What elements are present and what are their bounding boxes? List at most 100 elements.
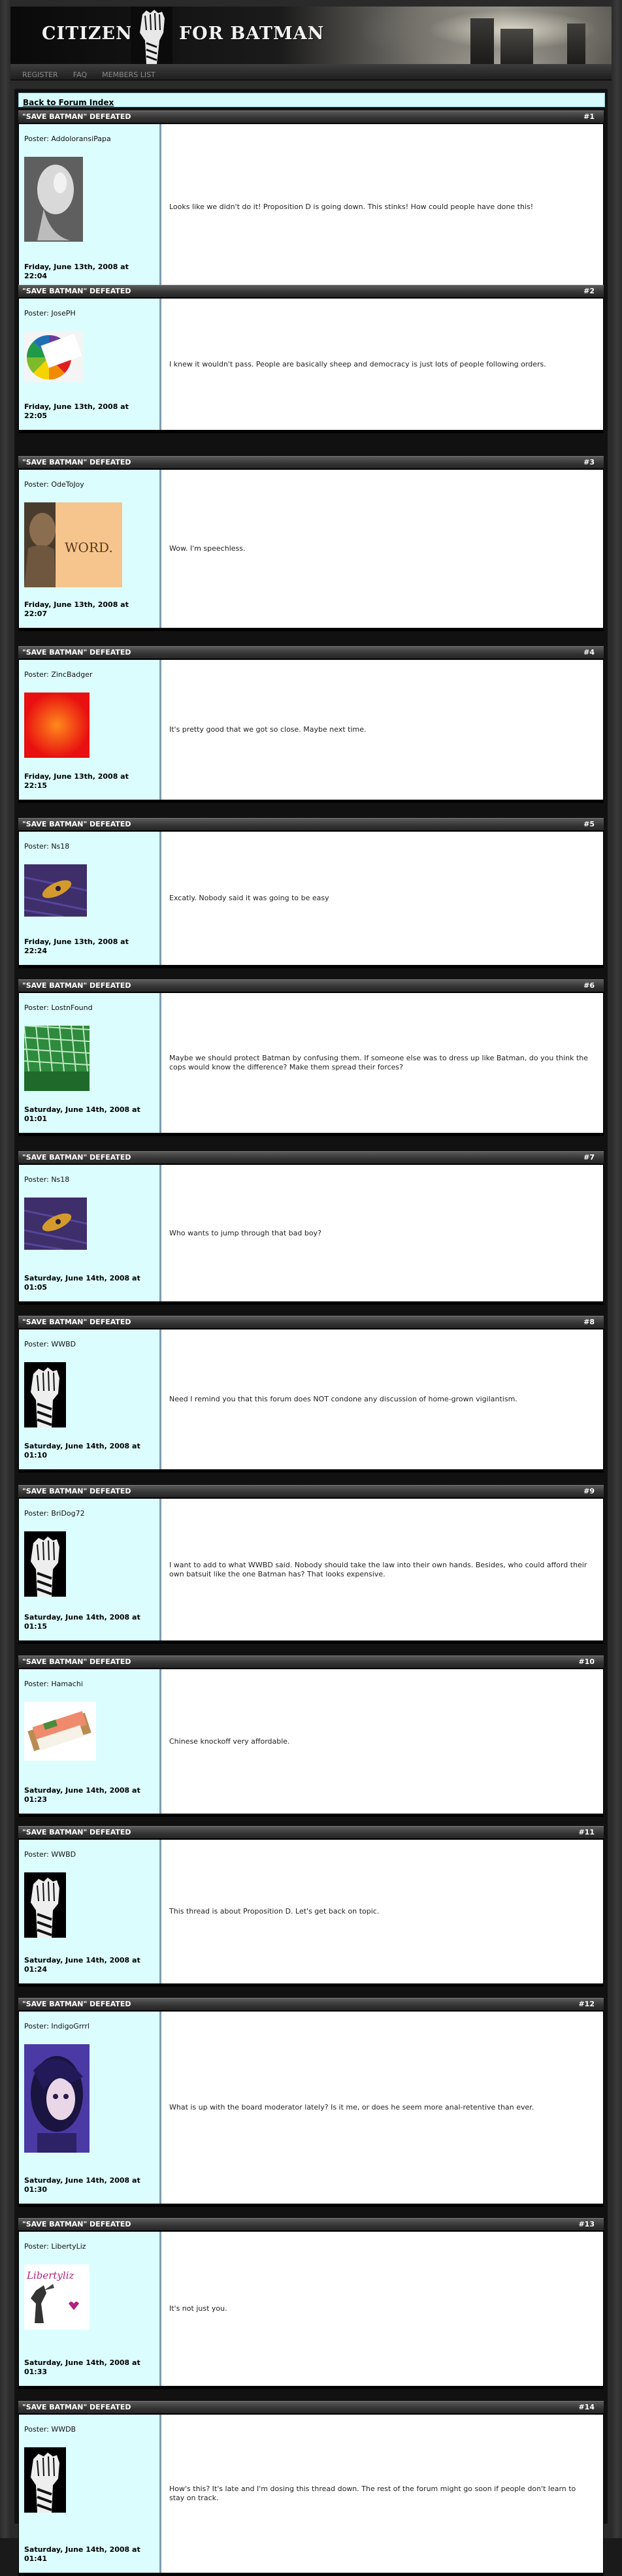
poster-line: Poster: IndigoGrrrl <box>24 2022 159 2030</box>
poster-name[interactable]: Ns18 <box>51 1175 69 1184</box>
post-sidebar: Poster: OdeToJoy WORD. Friday, June 13th… <box>19 470 161 628</box>
post-date: Saturday, June 14th, 2008 at 01:05 <box>24 1274 140 1292</box>
post-header: "SAVE BATMAN" DEFEATED #6 <box>18 979 604 992</box>
poster-name[interactable]: OdeToJoy <box>51 480 84 489</box>
post-header: "SAVE BATMAN" DEFEATED #2 <box>18 285 604 297</box>
post-date: Saturday, June 14th, 2008 at 01:23 <box>24 1786 140 1804</box>
post-date: Saturday, June 14th, 2008 at 01:41 <box>24 2545 140 2563</box>
post-header: "SAVE BATMAN" DEFEATED #13 <box>18 2218 604 2230</box>
post-main: Need I remind you that this forum does N… <box>161 1329 603 1469</box>
forum-post: "SAVE BATMAN" DEFEATED #13 Poster: Liber… <box>18 2218 604 2389</box>
post-number: #7 <box>583 1153 595 1162</box>
post-thread-title: "SAVE BATMAN" DEFEATED <box>22 1657 131 1666</box>
back-to-forum-link[interactable]: Back to Forum Index <box>23 98 114 107</box>
post-body: Poster: WWBD Saturday, June 14th, 2008 a… <box>18 1329 604 1470</box>
post-body: Poster: OdeToJoy WORD. Friday, June 13th… <box>18 469 604 628</box>
post-date: Saturday, June 14th, 2008 at 01:01 <box>24 1105 140 1123</box>
post-number: #3 <box>583 458 595 466</box>
back-bar: Back to Forum Index <box>18 93 605 107</box>
post-number: #2 <box>583 287 595 295</box>
avatar-image <box>24 2447 66 2513</box>
post-body: Poster: AddoloransiPapa Friday, June 13t… <box>18 123 604 291</box>
post-number: #11 <box>578 1828 595 1836</box>
post-main: This thread is about Proposition D. Let'… <box>161 1840 603 1983</box>
avatar <box>24 1531 83 1599</box>
post-text: This thread is about Proposition D. Let'… <box>169 1907 380 1916</box>
post-body: Poster: BriDog72 Saturday, June 14th, 20… <box>18 1498 604 1641</box>
post-thread-title: "SAVE BATMAN" DEFEATED <box>22 2220 131 2228</box>
site-banner: CITIZENS FOR BATMAN <box>10 7 612 64</box>
poster-name[interactable]: WWDB <box>51 2425 76 2434</box>
forum-post: "SAVE BATMAN" DEFEATED #8 Poster: WWBD S… <box>18 1316 604 1473</box>
forum-post: "SAVE BATMAN" DEFEATED #14 Poster: WWDB … <box>18 2401 604 2576</box>
avatar <box>24 1872 83 1940</box>
post-thread-title: "SAVE BATMAN" DEFEATED <box>22 820 131 828</box>
post-header: "SAVE BATMAN" DEFEATED #14 <box>18 2401 604 2413</box>
poster-name[interactable]: WWBD <box>51 1850 76 1859</box>
forum-content: Back to Forum Index "SAVE BATMAN" DEFEAT… <box>14 89 608 2576</box>
avatar-image <box>24 1872 66 1938</box>
poster-prefix: Poster: <box>24 2425 49 2434</box>
post-sidebar: Poster: LostnFound Saturday, June 14th, … <box>19 993 161 1133</box>
post-body: Poster: JosePH Friday, June 13th, 2008 a… <box>18 298 604 431</box>
post-body: Poster: ZincBadger Friday, June 13th, 20… <box>18 659 604 800</box>
nav-faq-link[interactable]: FAQ <box>73 71 87 79</box>
post-main: It's not just you. <box>161 2232 603 2386</box>
forum-post: "SAVE BATMAN" DEFEATED #11 Poster: WWBD … <box>18 1826 604 1987</box>
avatar-image <box>24 2044 90 2153</box>
forum-post: "SAVE BATMAN" DEFEATED #4 Poster: ZincBa… <box>18 646 604 803</box>
poster-name[interactable]: WWBD <box>51 1340 76 1348</box>
post-sidebar: Poster: JosePH Friday, June 13th, 2008 a… <box>19 299 161 430</box>
post-body: Poster: WWBD Saturday, June 14th, 2008 a… <box>18 1839 604 1984</box>
post-date: Friday, June 13th, 2008 at 22:15 <box>24 772 129 790</box>
post-body: Poster: LibertyLiz Libertyliz Saturday, … <box>18 2231 604 2387</box>
poster-line: Poster: Ns18 <box>24 1175 159 1184</box>
post-number: #13 <box>578 2220 595 2228</box>
poster-prefix: Poster: <box>24 1680 49 1688</box>
forum-post: "SAVE BATMAN" DEFEATED #6 Poster: LostnF… <box>18 979 604 1136</box>
poster-prefix: Poster: <box>24 1509 49 1518</box>
poster-name[interactable]: IndigoGrrrl <box>51 2022 90 2030</box>
post-sidebar: Poster: ZincBadger Friday, June 13th, 20… <box>19 660 161 800</box>
post-text: It's not just you. <box>169 2304 227 2313</box>
post-sidebar: Poster: WWBD Saturday, June 14th, 2008 a… <box>19 1329 161 1469</box>
poster-name[interactable]: JosePH <box>51 309 75 318</box>
poster-prefix: Poster: <box>24 480 49 489</box>
post-main: I knew it wouldn't pass. People are basi… <box>161 299 603 430</box>
poster-name[interactable]: LibertyLiz <box>51 2242 86 2251</box>
post-text: Excatly. Nobody said it was going to be … <box>169 894 329 902</box>
post-number: #5 <box>583 820 595 828</box>
poster-prefix: Poster: <box>24 842 49 851</box>
banner-building <box>567 24 585 64</box>
poster-name[interactable]: BriDog72 <box>51 1509 84 1518</box>
poster-name[interactable]: Hamachi <box>51 1680 83 1688</box>
poster-name[interactable]: ZincBadger <box>51 670 92 679</box>
post-thread-title: "SAVE BATMAN" DEFEATED <box>22 287 131 295</box>
post-text: It's pretty good that we got so close. M… <box>169 725 367 734</box>
poster-name[interactable]: LostnFound <box>51 1003 92 1012</box>
forum-post: "SAVE BATMAN" DEFEATED #2 Poster: JosePH… <box>18 285 604 433</box>
avatar <box>24 331 83 385</box>
post-number: #1 <box>583 112 595 121</box>
poster-name[interactable]: AddoloransiPapa <box>51 135 110 143</box>
post-thread-title: "SAVE BATMAN" DEFEATED <box>22 1828 131 1836</box>
forum-post: "SAVE BATMAN" DEFEATED #10 Poster: Hamac… <box>18 1655 604 1817</box>
post-number: #6 <box>583 981 595 990</box>
post-body: Poster: WWDB Saturday, June 14th, 2008 a… <box>18 2414 604 2573</box>
svg-text:WORD.: WORD. <box>65 540 113 555</box>
post-sidebar: Poster: WWDB Saturday, June 14th, 2008 a… <box>19 2415 161 2573</box>
avatar-image <box>24 331 83 382</box>
nav-members-link[interactable]: MEMBERS LIST <box>102 71 156 79</box>
avatar-image: WORD. <box>24 502 122 587</box>
post-date: Saturday, June 14th, 2008 at 01:10 <box>24 1442 140 1459</box>
forum-post: "SAVE BATMAN" DEFEATED #9 Poster: BriDog… <box>18 1485 604 1644</box>
poster-prefix: Poster: <box>24 135 49 143</box>
poster-name[interactable]: Ns18 <box>51 842 69 851</box>
post-text: Need I remind you that this forum does N… <box>169 1395 517 1403</box>
post-main: How's this? It's late and I'm dosing thi… <box>161 2415 603 2573</box>
nav-register-link[interactable]: REGISTER <box>22 71 58 79</box>
post-number: #12 <box>578 2000 595 2008</box>
post-sidebar: Poster: Ns18 Saturday, June 14th, 2008 a… <box>19 1165 161 1301</box>
post-body: Poster: Ns18 Saturday, June 14th, 2008 a… <box>18 1164 604 1302</box>
poster-prefix: Poster: <box>24 2242 49 2251</box>
